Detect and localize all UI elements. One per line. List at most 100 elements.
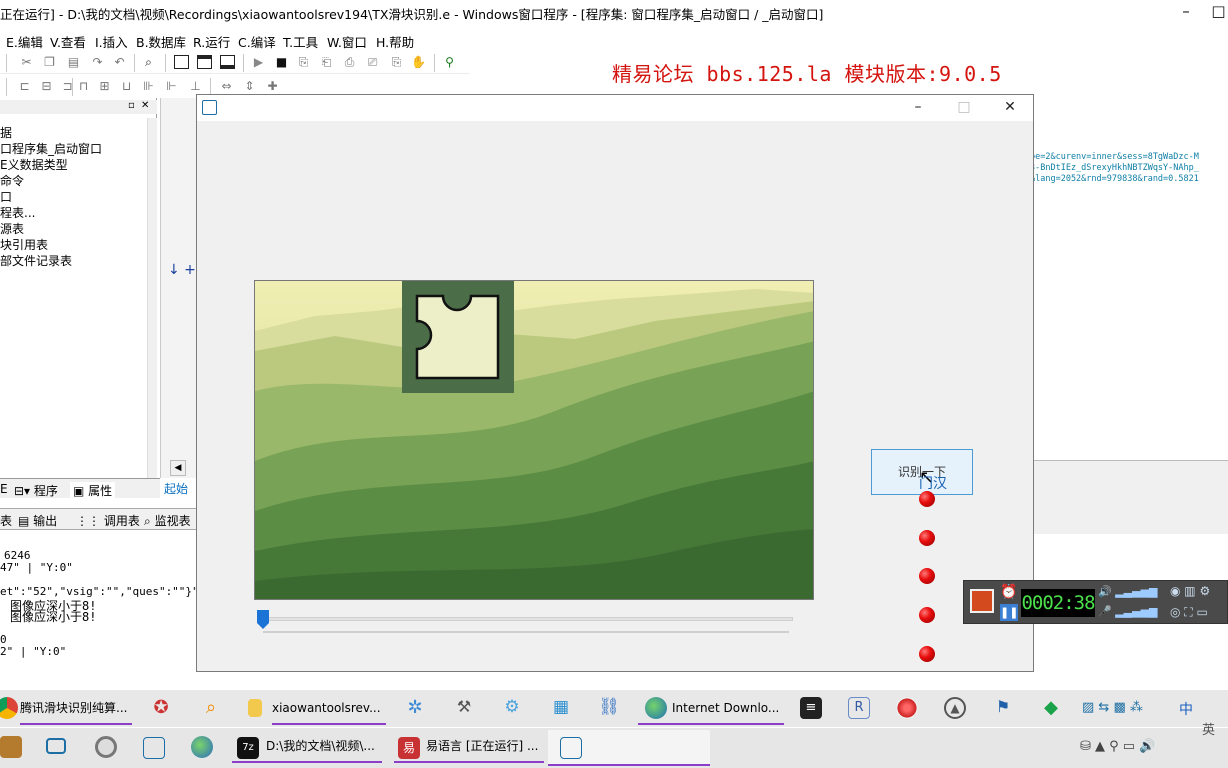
system-tray[interactable]: ⛁ ▲ ⚲ ▭ 🔊: [1080, 739, 1155, 754]
tree-item-external-files[interactable]: 部文件记录表: [0, 252, 72, 269]
layout-2-icon[interactable]: [197, 55, 212, 69]
taskbar-item-folder[interactable]: xiaowantoolsrev...: [272, 697, 386, 725]
menu-insert[interactable]: I.插入: [95, 32, 128, 51]
chrome-icon[interactable]: [0, 697, 18, 719]
tree-item-startup-window-assembly[interactable]: 口程序集_启动窗口: [0, 140, 102, 157]
menu-compile[interactable]: C.编译: [238, 32, 276, 51]
tree-item-custom-types[interactable]: E义数据类型: [0, 156, 68, 173]
dialog-close-button[interactable]: ✕: [987, 95, 1033, 121]
window-app-icon[interactable]: [46, 738, 66, 754]
ide-app-icon[interactable]: [143, 737, 165, 759]
tab-output[interactable]: ▤ 输出: [18, 512, 57, 529]
find-icon[interactable]: ⌕: [141, 55, 156, 70]
gear-app-icon[interactable]: ⚙: [501, 697, 523, 719]
ime-mode-indicator[interactable]: 英: [1202, 719, 1215, 738]
network-app-icon[interactable]: ⛓: [598, 697, 620, 719]
mic-volume-icon[interactable]: 🎤 ▂▃▄▅▆: [1098, 605, 1166, 619]
swirl-app-icon[interactable]: ✲: [404, 697, 426, 719]
tree-item-data[interactable]: 据: [0, 124, 12, 141]
database-app-icon[interactable]: ▦: [550, 697, 572, 719]
space-h-icon[interactable]: ⊪: [141, 79, 156, 94]
tray-icons-top[interactable]: ▨ ⇆ ▩ ⁂: [1082, 700, 1143, 715]
drag-slider-track[interactable]: [263, 617, 793, 621]
triangle-app-icon[interactable]: ▲: [944, 697, 966, 719]
layout-1-icon[interactable]: [174, 55, 189, 69]
dialog-maximize-button[interactable]: □: [941, 95, 987, 121]
tab-program[interactable]: ⊟▾ 程序: [14, 482, 58, 499]
align-left-icon[interactable]: ⊏: [17, 79, 32, 94]
tab-call-stack[interactable]: ⋮⋮ 调用表: [76, 512, 140, 529]
menu-database[interactable]: B.数据库: [136, 32, 186, 51]
globe-app-icon[interactable]: [191, 736, 213, 758]
menu-window[interactable]: W.窗口: [327, 32, 367, 51]
ime-language-indicator[interactable]: 中: [1179, 699, 1193, 719]
taskbar-item-e-language[interactable]: 易语言 [正在运行] ...: [394, 735, 544, 763]
tab-properties[interactable]: ▣ 属性: [70, 482, 116, 499]
taskbar-item-running-dialog[interactable]: [548, 730, 710, 766]
editor-app-icon[interactable]: ≡: [800, 697, 822, 719]
idm-icon[interactable]: [645, 697, 667, 719]
tab-start[interactable]: 起始: [164, 480, 188, 497]
tab-watch[interactable]: ⌕ 监视表: [144, 512, 191, 529]
recorder-settings-icon[interactable]: ◉ ▥ ⚙: [1170, 584, 1226, 600]
step-4-icon[interactable]: ⎚: [365, 55, 380, 70]
record-stop-button[interactable]: [970, 589, 994, 613]
step-5-icon[interactable]: ⎘: [389, 55, 404, 70]
alarm-icon[interactable]: ⏰: [1000, 584, 1018, 602]
cut-icon[interactable]: ✂: [19, 55, 34, 70]
pause-icon[interactable]: ❚❚: [1000, 604, 1018, 621]
tree-item-commands[interactable]: 命令: [0, 172, 24, 189]
taskbar-item-chrome[interactable]: 腾讯滑块识别纯算...: [20, 697, 132, 725]
tree-item-module-refs[interactable]: 块引用表: [0, 236, 48, 253]
step-1-icon[interactable]: ⎘: [296, 55, 311, 70]
taskbar-item-idm[interactable]: Internet Downlo...: [638, 697, 784, 725]
panel-close-icon[interactable]: ✕: [141, 100, 149, 111]
minimize-button[interactable]: –: [1163, 0, 1209, 24]
tree-item-routine-table[interactable]: 程表...: [0, 204, 35, 221]
menu-edit[interactable]: E.编辑: [6, 32, 43, 51]
slider-thumb[interactable]: [257, 610, 269, 629]
diamond-app-icon[interactable]: ◆: [1040, 697, 1062, 719]
folder-icon[interactable]: [248, 699, 262, 717]
r-app-icon[interactable]: R: [848, 697, 870, 719]
debug-binoculars-icon[interactable]: ⚲: [442, 55, 457, 70]
tree-item-window[interactable]: 口: [0, 188, 12, 205]
align-middle-icon[interactable]: ⊞: [97, 79, 112, 94]
stop-icon[interactable]: ■: [274, 55, 289, 70]
hand-icon[interactable]: ✋: [411, 55, 426, 70]
step-2-icon[interactable]: ⎗: [319, 55, 334, 70]
tree-item-resource-table[interactable]: 源表: [0, 220, 24, 237]
same-width-icon[interactable]: ⇔: [219, 79, 234, 94]
maximize-button[interactable]: □: [1209, 0, 1228, 24]
menu-run[interactable]: R.运行: [193, 32, 230, 51]
app-compass-icon[interactable]: ✪: [150, 697, 172, 719]
space-between-icon[interactable]: ⊩: [164, 79, 179, 94]
menu-help[interactable]: H.帮助: [376, 32, 414, 51]
redo-icon[interactable]: ↷: [90, 55, 105, 70]
restore-icon[interactable]: ▫: [128, 100, 135, 111]
recorder-view-icon[interactable]: ◎ ⛶ ▭: [1170, 605, 1226, 621]
7zip-icon[interactable]: 7z: [237, 737, 259, 759]
tab-fragment[interactable]: E: [0, 482, 8, 496]
scroll-left-icon[interactable]: ◀: [170, 460, 186, 476]
tool-app-icon[interactable]: ⚒: [453, 697, 475, 719]
run-icon[interactable]: ▶: [251, 55, 266, 70]
dialog-minimize-button[interactable]: –: [895, 95, 941, 121]
menu-view[interactable]: V.查看: [50, 32, 86, 51]
record-app-icon[interactable]: [896, 697, 918, 719]
center-form-icon[interactable]: ✚: [265, 79, 280, 94]
archive-icon[interactable]: [0, 736, 22, 758]
undo-icon[interactable]: ↶: [112, 55, 127, 70]
person-app-icon[interactable]: ⚑: [992, 697, 1014, 719]
align-top-icon[interactable]: ⊓: [76, 79, 91, 94]
search-tool-icon[interactable]: ⌕: [200, 697, 222, 719]
space-v-icon[interactable]: ⊥: [188, 79, 203, 94]
paste-icon[interactable]: ▤: [66, 55, 81, 70]
layout-3-icon[interactable]: [220, 55, 235, 69]
speaker-volume-icon[interactable]: 🔊 ▂▃▄▅▆: [1098, 585, 1166, 599]
step-3-icon[interactable]: ⎙: [342, 55, 357, 70]
align-center-icon[interactable]: ⊟: [39, 79, 54, 94]
copy-icon[interactable]: ❐: [42, 55, 57, 70]
same-height-icon[interactable]: ⇕: [242, 79, 257, 94]
taskbar-item-7zip[interactable]: D:\我的文档\视频\...: [232, 735, 382, 763]
